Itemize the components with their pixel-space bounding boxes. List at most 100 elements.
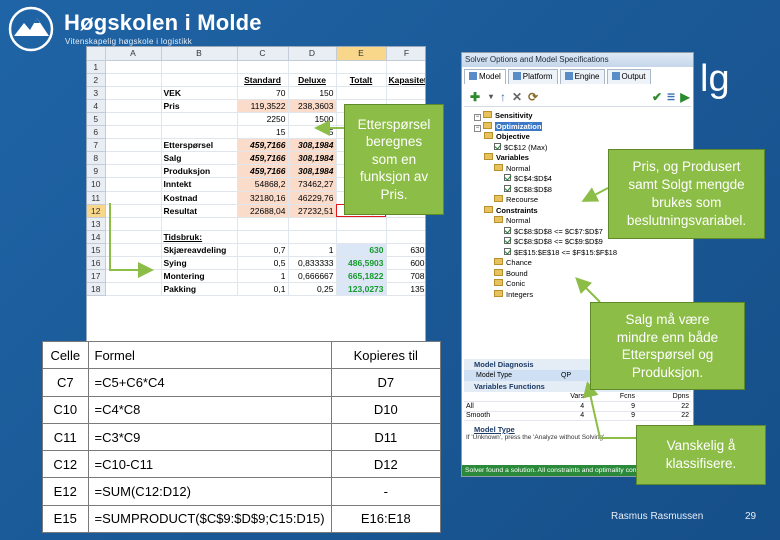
column-header[interactable]: A — [105, 47, 162, 61]
sheet-cell[interactable] — [336, 60, 387, 74]
sheet-cell[interactable] — [105, 60, 162, 74]
tree-node[interactable]: Bound — [468, 268, 690, 280]
sheet-cell[interactable] — [336, 230, 387, 244]
sheet-cell[interactable] — [105, 282, 162, 297]
row-header[interactable]: 10 — [87, 177, 106, 192]
sheet-cell[interactable]: 459,7166 — [237, 164, 289, 179]
checkbox-icon[interactable] — [504, 247, 511, 255]
sheet-cell[interactable]: 46229,76 — [288, 191, 337, 205]
sheet-cell[interactable]: Montering — [161, 269, 238, 284]
sheet-cell[interactable]: 0,25 — [288, 282, 337, 297]
sheet-cell[interactable] — [386, 230, 425, 244]
sheet-cell[interactable]: Pakking — [161, 282, 238, 297]
column-header[interactable]: F — [386, 47, 425, 61]
sheet-cell[interactable]: 70 — [237, 86, 289, 100]
row-header[interactable]: 17 — [87, 269, 106, 284]
column-header[interactable]: E — [336, 47, 387, 61]
sheet-cell[interactable] — [105, 86, 162, 100]
sheet-cell[interactable]: 0,833333 — [288, 256, 337, 271]
tab-model[interactable]: Model — [464, 69, 506, 84]
sheet-cell[interactable]: 630 — [386, 243, 425, 258]
sheet-cell[interactable]: VEK — [161, 86, 238, 100]
sheet-cell[interactable]: Resultat — [161, 204, 238, 218]
sheet-cell[interactable] — [105, 204, 162, 218]
sheet-cell[interactable]: Kapasitet — [386, 73, 425, 87]
row-header[interactable]: 16 — [87, 256, 106, 271]
sheet-cell[interactable] — [288, 217, 337, 231]
sheet-cell[interactable]: 0,1 — [237, 282, 289, 297]
sheet-cell[interactable] — [237, 217, 289, 231]
checkbox-icon[interactable] — [494, 142, 501, 150]
sheet-cell[interactable]: 708 — [386, 269, 425, 284]
options-icon[interactable]: ☰ — [664, 90, 678, 104]
sheet-cell[interactable] — [336, 217, 387, 231]
row-header[interactable]: 8 — [87, 151, 106, 166]
sheet-cell[interactable] — [105, 269, 162, 284]
sheet-cell[interactable] — [105, 177, 162, 192]
sheet-cell[interactable] — [161, 112, 238, 127]
sheet-cell[interactable]: 123,0273 — [336, 282, 387, 297]
collapse-icon[interactable]: − — [474, 114, 481, 121]
row-header[interactable]: 9 — [87, 164, 106, 179]
sheet-cell[interactable] — [336, 86, 387, 100]
sheet-cell[interactable]: 32180,16 — [237, 191, 289, 205]
add-icon[interactable]: ✚ — [468, 90, 482, 104]
column-header[interactable]: B — [161, 47, 238, 61]
row-header[interactable]: 11 — [87, 191, 106, 205]
sheet-cell[interactable]: 135 — [386, 282, 425, 297]
sheet-cell[interactable]: 486,5903 — [336, 256, 387, 271]
sheet-cell[interactable]: 2250 — [237, 112, 289, 127]
sheet-cell[interactable]: Tidsbruk: — [161, 230, 238, 244]
sheet-corner[interactable] — [87, 47, 106, 61]
tree-node[interactable]: Chance — [468, 258, 690, 269]
sheet-cell[interactable]: 1 — [237, 269, 289, 284]
sheet-cell[interactable] — [386, 60, 425, 74]
solve-icon[interactable]: ▶ — [678, 90, 692, 104]
row-header[interactable]: 12 — [87, 204, 106, 218]
sheet-cell[interactable]: 308,1984 — [288, 164, 337, 179]
sheet-cell[interactable] — [288, 60, 337, 74]
sheet-cell[interactable]: 0,5 — [237, 256, 289, 271]
sheet-cell[interactable] — [105, 138, 162, 153]
row-header[interactable]: 14 — [87, 230, 106, 244]
sheet-cell[interactable]: 73462,27 — [288, 177, 337, 192]
tree-node[interactable]: $E$15:$E$18 <= $F$15:$F$18 — [468, 247, 690, 259]
sheet-cell[interactable]: Totalt — [336, 73, 387, 87]
sheet-cell[interactable]: 459,7166 — [237, 138, 289, 153]
sheet-cell[interactable]: Skjæreavdeling — [161, 243, 238, 258]
sheet-cell[interactable] — [237, 60, 289, 74]
analyze-icon[interactable]: ✔ — [650, 90, 664, 104]
row-header[interactable]: 7 — [87, 138, 106, 153]
sheet-cell[interactable]: Deluxe — [288, 73, 337, 87]
sheet-cell[interactable] — [105, 191, 162, 205]
refresh-icon[interactable]: ⟳ — [526, 90, 540, 104]
sheet-cell[interactable]: 27232,51 — [288, 204, 337, 218]
row-header[interactable]: 18 — [87, 282, 106, 297]
sheet-cell[interactable] — [105, 243, 162, 258]
tree-node[interactable]: − Sensitivity — [468, 111, 690, 122]
sheet-cell[interactable]: Pris — [161, 99, 238, 113]
sheet-cell[interactable] — [161, 217, 238, 231]
sheet-cell[interactable] — [105, 164, 162, 179]
sheet-cell[interactable]: Sying — [161, 256, 238, 271]
delete-icon[interactable]: ✕ — [510, 90, 524, 104]
row-header[interactable]: 2 — [87, 73, 106, 87]
sheet-cell[interactable] — [105, 217, 162, 231]
tab-engine[interactable]: Engine — [559, 69, 605, 84]
tab-platform[interactable]: Platform — [507, 69, 558, 84]
sheet-cell[interactable]: 665,1822 — [336, 269, 387, 284]
tree-node[interactable]: Integers — [468, 289, 690, 301]
sheet-cell[interactable]: 308,1984 — [288, 138, 337, 153]
sheet-cell[interactable] — [161, 125, 238, 140]
sheet-cell[interactable]: 0,7 — [237, 243, 289, 258]
checkbox-icon[interactable] — [504, 237, 511, 244]
sheet-cell[interactable]: 119,3522 — [237, 99, 289, 113]
sheet-cell[interactable]: 459,7166 — [237, 151, 289, 166]
sheet-cell[interactable] — [288, 230, 337, 244]
sheet-cell[interactable]: Salg — [161, 151, 238, 166]
column-header[interactable]: C — [237, 47, 289, 61]
sheet-cell[interactable]: 0,666667 — [288, 269, 337, 284]
checkbox-icon[interactable] — [504, 184, 511, 192]
row-header[interactable]: 1 — [87, 60, 106, 74]
sheet-cell[interactable] — [105, 73, 162, 87]
